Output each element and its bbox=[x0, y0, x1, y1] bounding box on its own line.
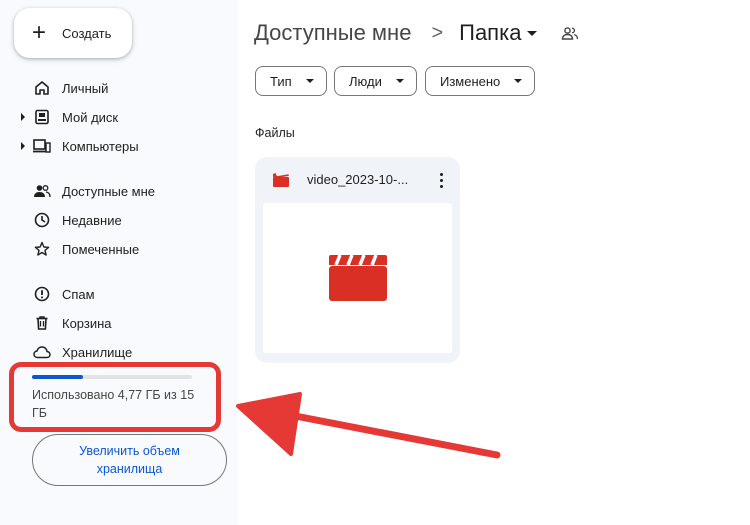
sidebar-item-label: Хранилище bbox=[62, 344, 133, 360]
sidebar-item-label: Помеченные bbox=[62, 241, 140, 257]
files-section-label: Файлы bbox=[255, 126, 295, 140]
breadcrumb-current-folder[interactable]: Папка bbox=[459, 20, 521, 46]
plus-icon: + bbox=[32, 19, 47, 46]
sidebar-item-label: Корзина bbox=[62, 315, 112, 331]
file-thumbnail bbox=[263, 203, 452, 353]
sidebar-item-label: Личный bbox=[62, 80, 109, 96]
folder-menu-caret-icon[interactable] bbox=[527, 30, 538, 36]
dropdown-caret-icon bbox=[305, 79, 314, 83]
create-button[interactable]: + Создать bbox=[14, 8, 132, 58]
sidebar-item-label: Спам bbox=[62, 286, 95, 302]
expand-caret-icon[interactable] bbox=[21, 113, 25, 121]
sidebar-item-storage[interactable]: Хранилище bbox=[24, 341, 132, 363]
sidebar-item-shared[interactable]: Доступные мне bbox=[24, 180, 155, 202]
clock-icon bbox=[32, 210, 52, 230]
sidebar-item-personal[interactable]: Личный bbox=[24, 77, 108, 99]
video-icon bbox=[273, 173, 289, 192]
upgrade-storage-button[interactable]: Увеличить объем хранилища bbox=[32, 434, 227, 486]
spam-icon bbox=[32, 284, 52, 304]
sidebar-item-trash[interactable]: Корзина bbox=[24, 312, 112, 334]
filter-chip-label: Изменено bbox=[440, 73, 501, 89]
filter-chip-label: Люди bbox=[349, 73, 382, 89]
breadcrumb: Доступные мне > Папка bbox=[254, 18, 579, 48]
expand-caret-icon[interactable] bbox=[21, 142, 25, 150]
sidebar-item-computers[interactable]: Компьютеры bbox=[21, 135, 139, 157]
annotation-highlight-frame bbox=[9, 362, 221, 432]
sidebar-item-recent[interactable]: Недавние bbox=[24, 209, 122, 231]
cloud-icon bbox=[32, 342, 52, 362]
filter-modified-chip[interactable]: Изменено bbox=[425, 66, 536, 96]
sidebar-item-starred[interactable]: Помеченные bbox=[24, 238, 139, 260]
sidebar-item-spam[interactable]: Спам bbox=[24, 283, 95, 305]
sidebar-item-label: Доступные мне bbox=[62, 183, 156, 199]
sidebar-item-label: Компьютеры bbox=[62, 138, 139, 154]
create-button-label: Создать bbox=[62, 25, 112, 41]
shared-icon bbox=[32, 181, 52, 201]
home-icon bbox=[32, 78, 52, 98]
drive-icon bbox=[32, 107, 52, 127]
sidebar-item-label: Недавние bbox=[62, 212, 122, 228]
dropdown-caret-icon bbox=[514, 79, 523, 83]
sidebar-item-my-drive[interactable]: Мой диск bbox=[21, 106, 119, 128]
trash-icon bbox=[32, 313, 52, 333]
star-icon bbox=[32, 239, 52, 259]
breadcrumb-parent[interactable]: Доступные мне bbox=[254, 20, 411, 46]
file-card[interactable]: video_2023-10-... bbox=[255, 157, 460, 363]
breadcrumb-separator: > bbox=[431, 21, 444, 44]
filter-type-chip[interactable]: Тип bbox=[255, 66, 327, 96]
computers-icon bbox=[32, 136, 52, 156]
video-thumbnail-icon bbox=[328, 254, 387, 301]
filter-chip-label: Тип bbox=[270, 73, 292, 89]
filter-people-chip[interactable]: Люди bbox=[334, 66, 417, 96]
file-name: video_2023-10-... bbox=[307, 172, 409, 187]
sidebar: + Создать Личный Мой диск Компьютеры Дос… bbox=[0, 0, 238, 525]
more-options-icon[interactable] bbox=[431, 169, 451, 191]
sidebar-item-label: Мой диск bbox=[62, 109, 119, 125]
dropdown-caret-icon bbox=[395, 79, 404, 83]
shared-folder-icon[interactable] bbox=[561, 26, 579, 40]
